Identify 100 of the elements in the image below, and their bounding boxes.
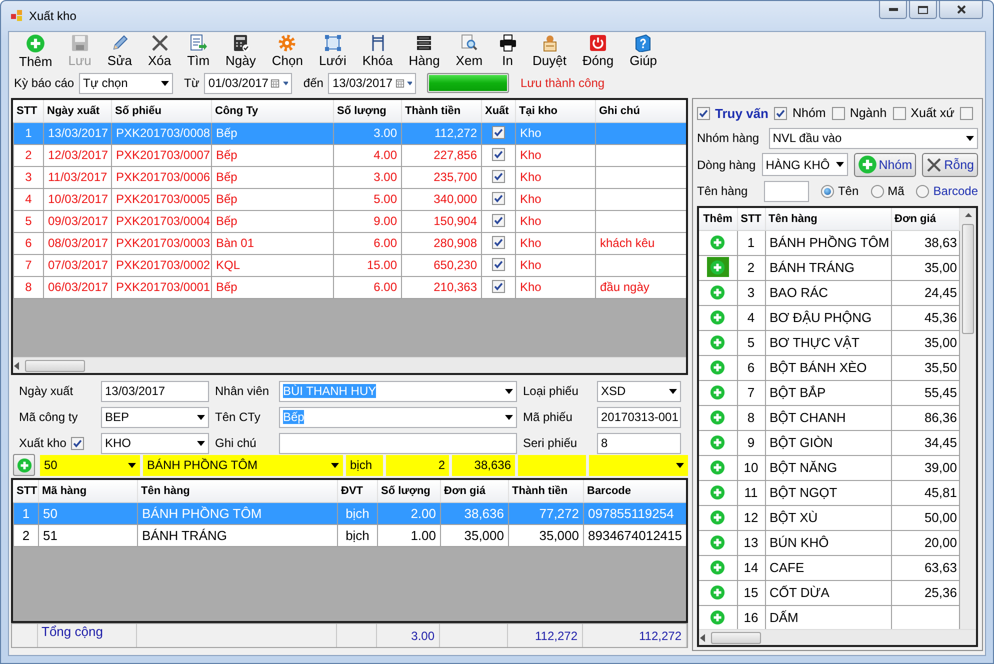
checkbox[interactable] [892, 106, 906, 120]
horizontal-scrollbar[interactable] [13, 357, 686, 373]
column-header[interactable]: STT [737, 208, 765, 230]
dropdown[interactable]: BÁNH PHỒNG TÔM [143, 454, 343, 476]
toolbar-button[interactable]: Chọn [264, 34, 311, 68]
toolbar-button[interactable]: Rỗng [922, 152, 978, 176]
scroll-arrow-icon[interactable] [964, 213, 972, 217]
checkbox[interactable] [492, 280, 505, 292]
date-picker[interactable]: 13/03/2017 [328, 72, 416, 94]
column-header[interactable]: Số lượng [378, 480, 440, 502]
column-header[interactable]: Đơn giá [440, 480, 508, 502]
toolbar-button[interactable]: Lưới [310, 34, 354, 68]
table-row[interactable]: 6 08/03/2017 PXK201703/0003 Bàn 01 6.00 280,908 Kho khách kêu [14, 232, 686, 254]
column-header[interactable]: Barcode [584, 480, 686, 502]
column-header[interactable]: Thêm [699, 208, 737, 230]
checkbox[interactable] [960, 106, 974, 120]
input-field[interactable] [764, 180, 809, 202]
column-header[interactable]: Xuất [482, 100, 516, 122]
column-header[interactable]: STT [14, 100, 44, 122]
dropdown[interactable]: HÀNG KHÔ [762, 153, 848, 176]
toolbar-button[interactable]: In [490, 34, 525, 68]
toolbar-button[interactable]: Thêm [11, 34, 60, 68]
scrollbar-thumb[interactable] [25, 360, 85, 372]
table-cell: 50 [38, 502, 138, 524]
checkbox[interactable] [492, 148, 505, 160]
input-field[interactable] [279, 432, 517, 454]
dropdown[interactable]: BEP [101, 406, 209, 428]
scroll-arrow-icon[interactable] [13, 362, 21, 370]
scroll-arrow-icon[interactable] [699, 634, 707, 642]
date-picker[interactable]: 01/03/2017 [204, 72, 292, 94]
horizontal-scrollbar[interactable] [699, 629, 976, 645]
input-field[interactable]: 38,636 [452, 454, 515, 476]
table-row[interactable]: 7 07/03/2017 PXK201703/0002 KQL 15.00 650,230 Kho [14, 254, 686, 276]
toolbar-button[interactable]: Nhóm [854, 152, 916, 176]
checkbox[interactable] [492, 236, 505, 248]
column-header[interactable]: Ghi chú [596, 100, 686, 122]
table-row[interactable]: 3 11/03/2017 PXK201703/0006 Bếp 3.00 235,700 Kho [14, 166, 686, 188]
column-header[interactable]: Thành tiền [508, 480, 584, 502]
table-row[interactable]: 4 10/03/2017 PXK201703/0005 Bếp 5.00 340,000 Kho [14, 188, 686, 210]
table-row[interactable]: 2 51 BÁNH TRÁNG bịch 1.00 35,000 35,000 8934674012415 [14, 524, 686, 546]
checkbox[interactable] [774, 106, 788, 120]
column-header[interactable]: Mã hàng [38, 480, 138, 502]
dropdown[interactable]: KHO [101, 432, 209, 454]
column-header[interactable]: STT [14, 480, 38, 502]
table-cell: BÚN KHÔ [765, 530, 891, 555]
checkbox[interactable] [71, 436, 84, 450]
column-header[interactable]: Thành tiền [402, 100, 482, 122]
toolbar-button[interactable]: Xem [448, 34, 491, 68]
close-icon [956, 5, 966, 14]
radio-button[interactable] [870, 184, 884, 198]
close-button[interactable] [939, 1, 983, 19]
checkbox[interactable] [492, 126, 505, 138]
input-field[interactable]: bịch [346, 454, 383, 476]
toolbar-button[interactable]: Ngày [218, 34, 264, 68]
magnifier-icon [460, 34, 478, 52]
input-field[interactable]: 20170313-001 [597, 406, 681, 428]
toolbar-button[interactable]: Khóa [354, 34, 401, 68]
column-header[interactable]: Tên hàng [765, 208, 891, 230]
toolbar-button[interactable]: Xóa [140, 34, 180, 68]
column-header[interactable]: Công Ty [212, 100, 334, 122]
toolbar-button[interactable]: Duyệt [524, 34, 574, 68]
toolbar-button[interactable]: Đóng [574, 34, 622, 68]
scrollbar-thumb[interactable] [962, 224, 974, 334]
checkbox[interactable] [492, 214, 505, 226]
table-row[interactable]: 2 12/03/2017 PXK201703/0007 Bếp 4.00 227,856 Kho [14, 144, 686, 166]
minimize-button[interactable] [879, 1, 907, 19]
toolbar-button[interactable]: Tìm [179, 34, 218, 68]
checkbox[interactable] [832, 106, 845, 120]
table-row[interactable]: 5 09/03/2017 PXK201703/0004 Bếp 9.00 150,904 Kho [14, 210, 686, 232]
dropdown[interactable]: Tự chọn [79, 72, 174, 94]
add-button[interactable] [706, 257, 729, 278]
add-button[interactable] [13, 454, 35, 476]
table-row[interactable]: 8 06/03/2017 PXK201703/0001 Bếp 6.00 210,363 Kho đầu ngày [14, 276, 686, 298]
column-header[interactable]: Ngày xuất [44, 100, 112, 122]
input-field[interactable]: 13/03/2017 [101, 380, 209, 402]
toolbar-button[interactable]: Hàng [400, 34, 448, 68]
column-header[interactable]: Số lượng [334, 100, 402, 122]
input-field[interactable]: 8 [597, 432, 681, 454]
vertical-scrollbar[interactable] [960, 208, 976, 629]
table-cell: 5.00 [334, 188, 402, 210]
toolbar-button[interactable]: Sửa [99, 34, 140, 68]
checkbox[interactable] [492, 170, 505, 182]
column-header[interactable]: Đơn giá [891, 208, 960, 230]
column-header[interactable]: Tại kho [516, 100, 596, 122]
input-field[interactable]: 2 [386, 454, 449, 476]
checkbox[interactable] [492, 192, 505, 204]
dropdown[interactable]: 50 [40, 454, 140, 476]
scrollbar-thumb[interactable] [711, 632, 761, 644]
column-header[interactable]: ĐVT [338, 480, 378, 502]
maximize-button[interactable] [909, 1, 937, 19]
dropdown[interactable]: XSD [597, 380, 681, 402]
radio-button[interactable] [820, 184, 834, 198]
column-header[interactable]: Tên hàng [138, 480, 338, 502]
checkbox[interactable] [492, 258, 505, 270]
table-cell: 1.00 [378, 524, 440, 546]
radio-button[interactable] [916, 184, 930, 198]
checkbox[interactable] [697, 106, 710, 120]
toolbar-button[interactable]: Giúp [622, 34, 666, 68]
dropdown[interactable]: NVL đầu vào [768, 128, 978, 148]
column-header[interactable]: Số phiếu [112, 100, 212, 122]
